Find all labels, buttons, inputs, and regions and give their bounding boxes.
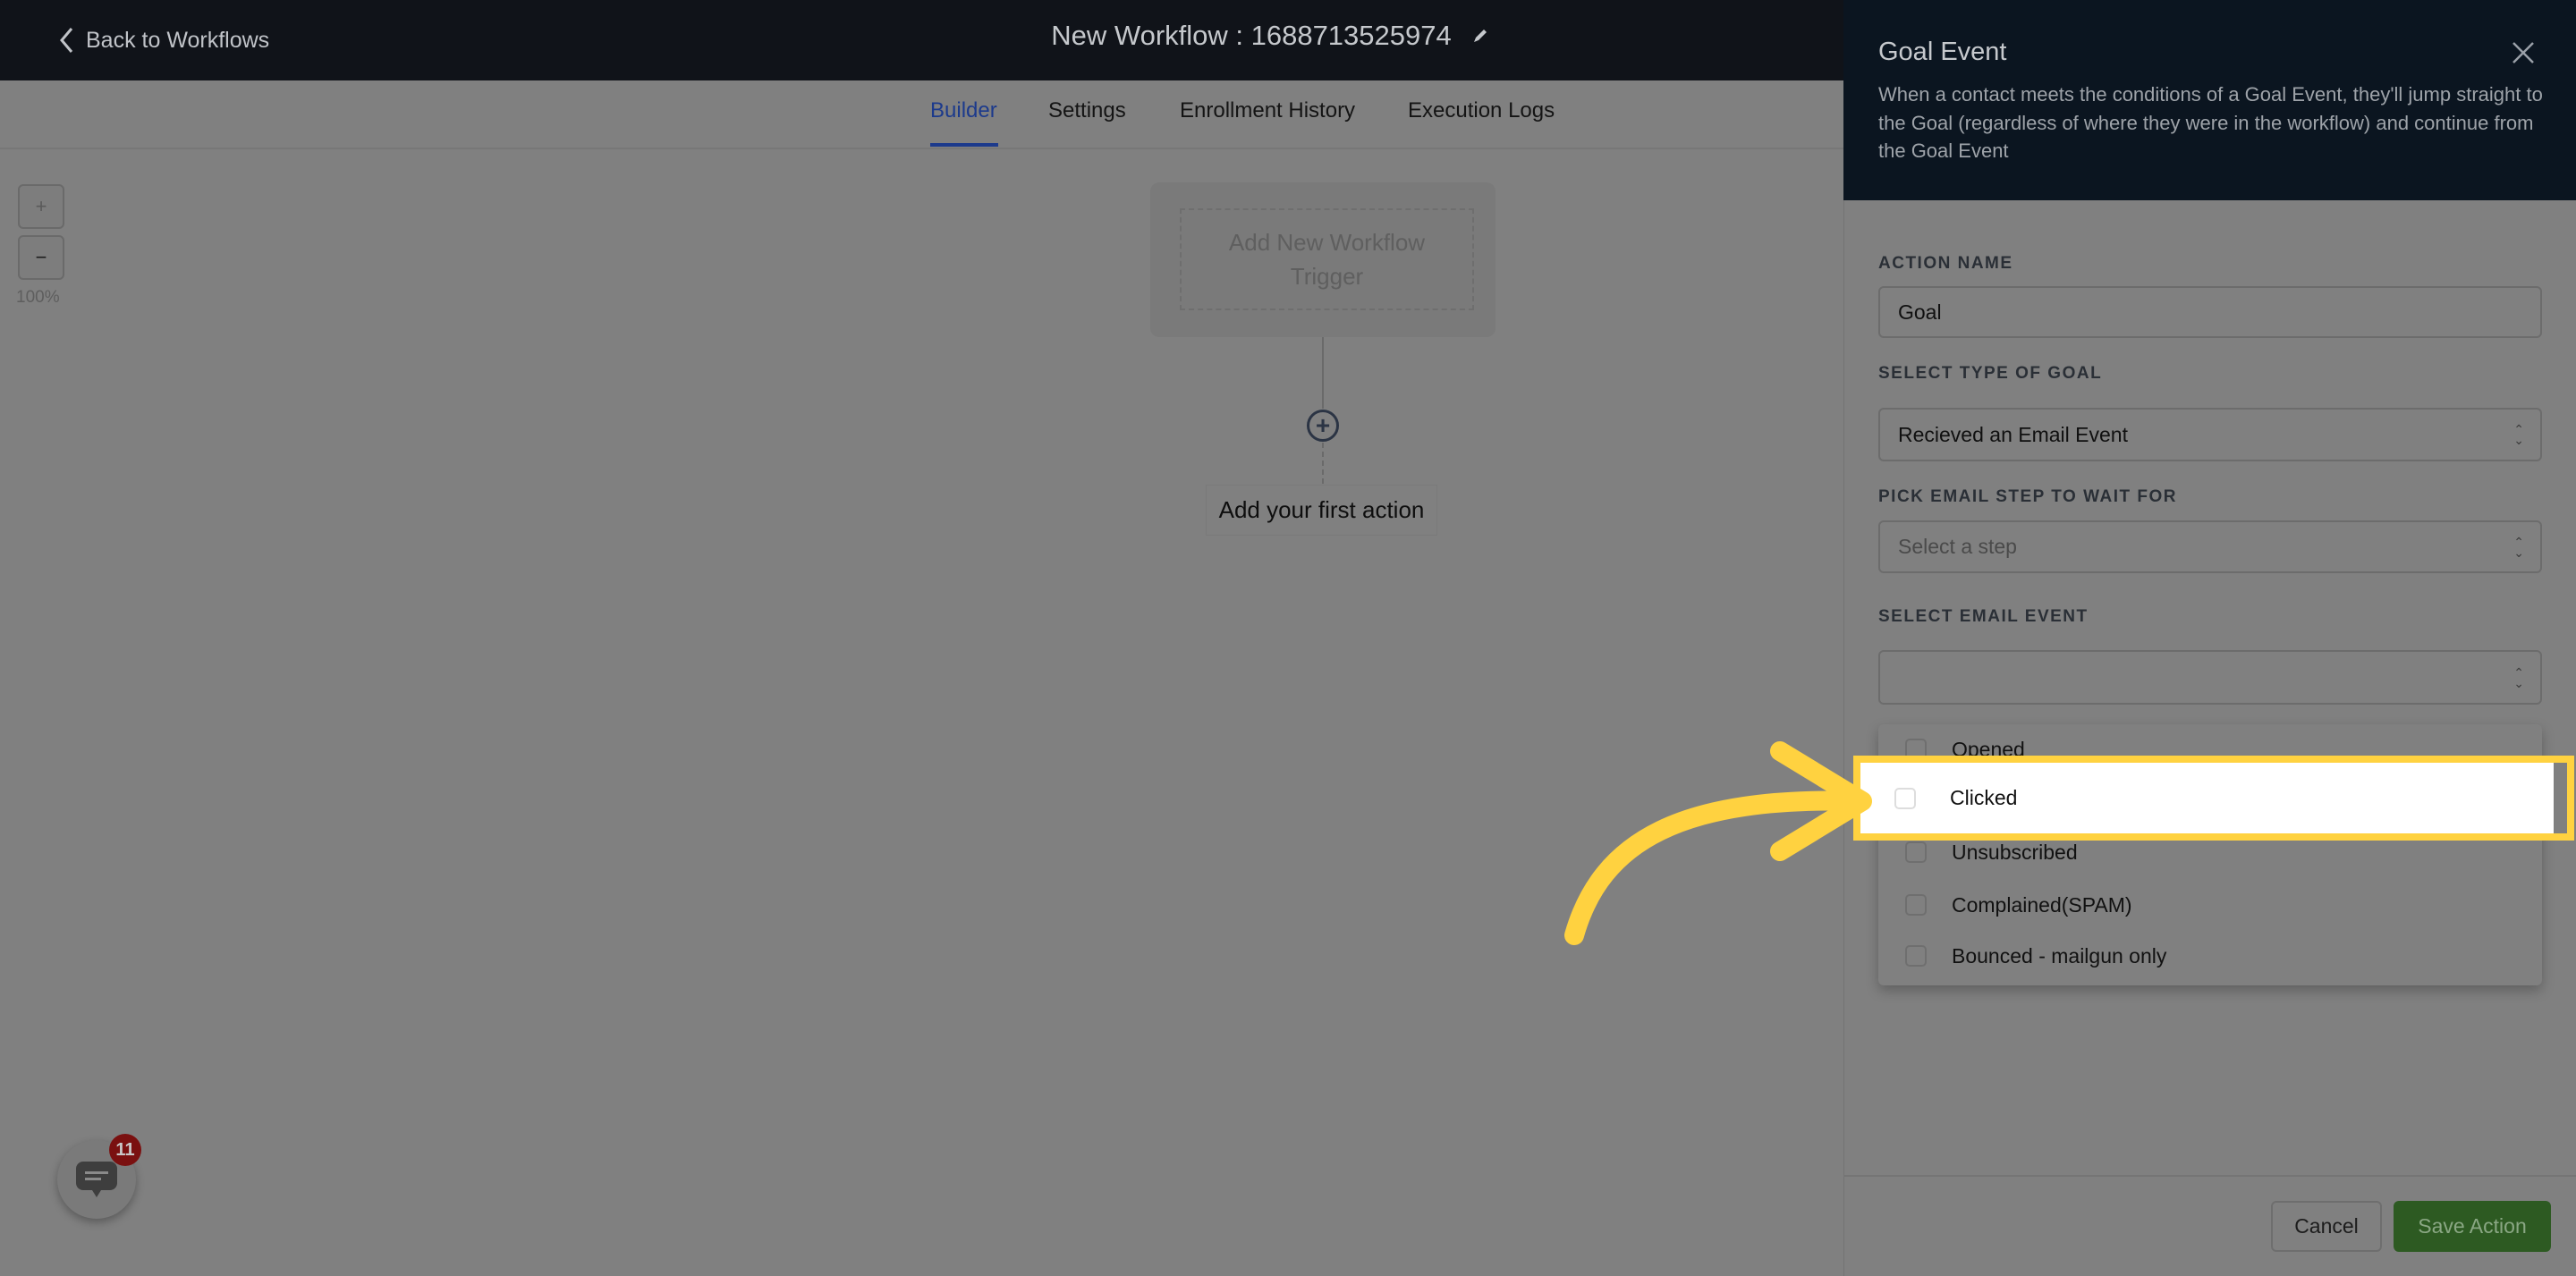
tab-builder[interactable]: Builder (930, 98, 997, 123)
email-step-select[interactable]: Select a step ⌃ ⌄ (1878, 520, 2542, 573)
option-label: Bounced - mailgun only (1952, 943, 2167, 968)
chevron-up-down-icon: ⌃ ⌄ (2513, 422, 2524, 447)
arrow-annotation-icon (1564, 741, 1872, 945)
email-step-placeholder: Select a step (1898, 535, 2017, 558)
chevron-left-icon (60, 28, 73, 53)
checkbox[interactable] (1905, 841, 1927, 863)
email-event-label: SELECT EMAIL EVENT (1878, 607, 2089, 626)
option-label: Clicked (1950, 786, 2018, 809)
goal-type-select[interactable]: Recieved an Email Event ⌃ ⌄ (1878, 408, 2542, 461)
action-name-input[interactable]: Goal (1878, 286, 2542, 338)
workflow-title: New Workflow : 1688713525974 (1046, 20, 1494, 52)
option-label: Unsubscribed (1952, 840, 2078, 864)
email-event-select[interactable]: ⌃ ⌄ (1878, 650, 2542, 705)
option-complained-spam[interactable]: Complained(SPAM) (1878, 883, 2542, 927)
checkbox[interactable] (1905, 739, 1927, 760)
back-label: Back to Workflows (86, 27, 270, 53)
checkbox[interactable] (1905, 894, 1927, 916)
zoom-level: 100% (16, 288, 60, 307)
footer-divider (1843, 1175, 2576, 1177)
active-tab-indicator (930, 143, 998, 147)
checkbox[interactable] (1894, 787, 1916, 809)
add-trigger-label: Add New Workflow Trigger (1228, 229, 1426, 290)
add-first-action-button[interactable]: Add your first action (1206, 485, 1437, 536)
goal-type-value: Recieved an Email Event (1898, 422, 2128, 446)
checkbox[interactable] (1905, 945, 1927, 967)
tab-execution-logs[interactable]: Execution Logs (1408, 98, 1555, 123)
cancel-button[interactable]: Cancel (2271, 1201, 2382, 1252)
goal-type-label: SELECT TYPE OF GOAL (1878, 364, 2103, 383)
close-icon[interactable] (2510, 39, 2537, 66)
option-clicked[interactable]: Clicked (1860, 763, 2554, 833)
zoom-in-button[interactable]: + (18, 184, 64, 229)
action-name-label: ACTION NAME (1878, 254, 2013, 273)
back-to-workflows-link[interactable]: Back to Workflows (59, 25, 269, 55)
tab-settings[interactable]: Settings (1048, 98, 1126, 123)
option-label: Opened (1952, 737, 2025, 761)
chat-icon (76, 1162, 117, 1197)
notification-badge: 11 (109, 1134, 141, 1166)
zoom-out-button[interactable]: − (18, 235, 64, 280)
email-step-label: PICK EMAIL STEP TO WAIT FOR (1878, 487, 2177, 506)
panel-description: When a contact meets the conditions of a… (1878, 83, 2543, 162)
add-trigger-button[interactable]: Add New Workflow Trigger (1180, 208, 1474, 310)
add-action-plus-icon[interactable]: + (1307, 410, 1339, 442)
option-bounced[interactable]: Bounced - mailgun only (1878, 934, 2542, 978)
tab-enrollment-history[interactable]: Enrollment History (1180, 98, 1355, 123)
workflow-title-text: New Workflow : 1688713525974 (1051, 20, 1452, 51)
option-label: Complained(SPAM) (1952, 892, 2132, 917)
option-unsubscribed[interactable]: Unsubscribed (1878, 830, 2542, 875)
chevron-up-down-icon: ⌃ ⌄ (2513, 664, 2524, 690)
panel-title: Goal Event (1878, 38, 2007, 66)
chevron-up-down-icon: ⌃ ⌄ (2513, 534, 2524, 560)
pencil-icon[interactable] (1471, 27, 1489, 45)
tab-bar (0, 80, 1843, 149)
save-action-button[interactable]: Save Action (2394, 1201, 2551, 1252)
